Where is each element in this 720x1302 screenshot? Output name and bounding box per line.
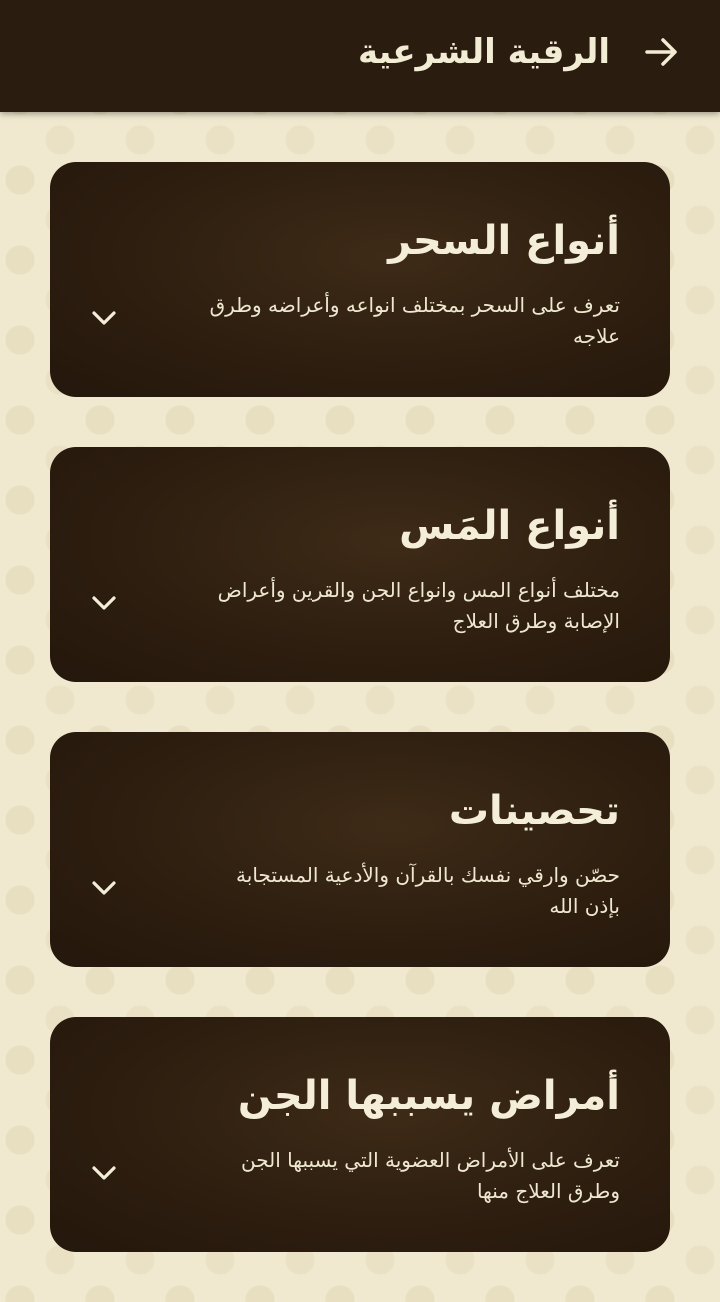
card-mass-types[interactable]: أنواع المَس مختلف أنواع المس وانواع الجن… xyxy=(50,447,670,682)
category-list: أنواع السحر تعرف على السحر بمختلف انواعه… xyxy=(50,162,670,1302)
card-description: مختلف أنواع المس وانواع الجن والقرين وأع… xyxy=(217,578,620,633)
card-title: تحصينات xyxy=(448,788,620,834)
card-description: تعرف على الأمراض العضوية التي يسببها الج… xyxy=(241,1148,620,1203)
card-sihr-types[interactable]: أنواع السحر تعرف على السحر بمختلف انواعه… xyxy=(50,162,670,397)
card-protections[interactable]: تحصينات حصّن وارقي نفسك بالقرآن والأدعية… xyxy=(50,732,670,967)
card-description: حصّن وارقي نفسك بالقرآن والأدعية المستجا… xyxy=(236,863,620,918)
chevron-down-icon[interactable] xyxy=(90,304,118,332)
chevron-down-icon[interactable] xyxy=(90,1159,118,1187)
arrow-right-icon xyxy=(645,38,677,66)
card-jinn-diseases[interactable]: أمراض يسببها الجن تعرف على الأمراض العضو… xyxy=(50,1017,670,1252)
card-title: أنواع السحر xyxy=(388,218,620,264)
chevron-down-icon[interactable] xyxy=(90,589,118,617)
card-title: أمراض يسببها الجن xyxy=(237,1073,620,1119)
back-button[interactable] xyxy=(640,30,684,74)
card-description: تعرف على السحر بمختلف انواعه وأعراضه وطر… xyxy=(209,293,620,348)
chevron-down-icon[interactable] xyxy=(90,874,118,902)
card-title: أنواع المَس xyxy=(399,503,620,549)
page-title: الرقية الشرعية xyxy=(357,32,610,72)
app-header: الرقية الشرعية xyxy=(0,0,720,112)
